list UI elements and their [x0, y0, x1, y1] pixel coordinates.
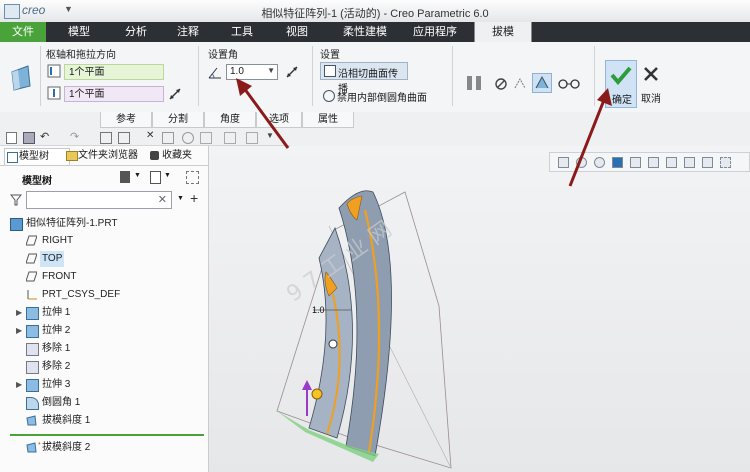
- annotation-arrows: [236, 78, 612, 187]
- arrowhead: [597, 88, 612, 106]
- arrow-to-ok-button: [568, 99, 606, 187]
- arrow-to-angle-input: [242, 87, 290, 149]
